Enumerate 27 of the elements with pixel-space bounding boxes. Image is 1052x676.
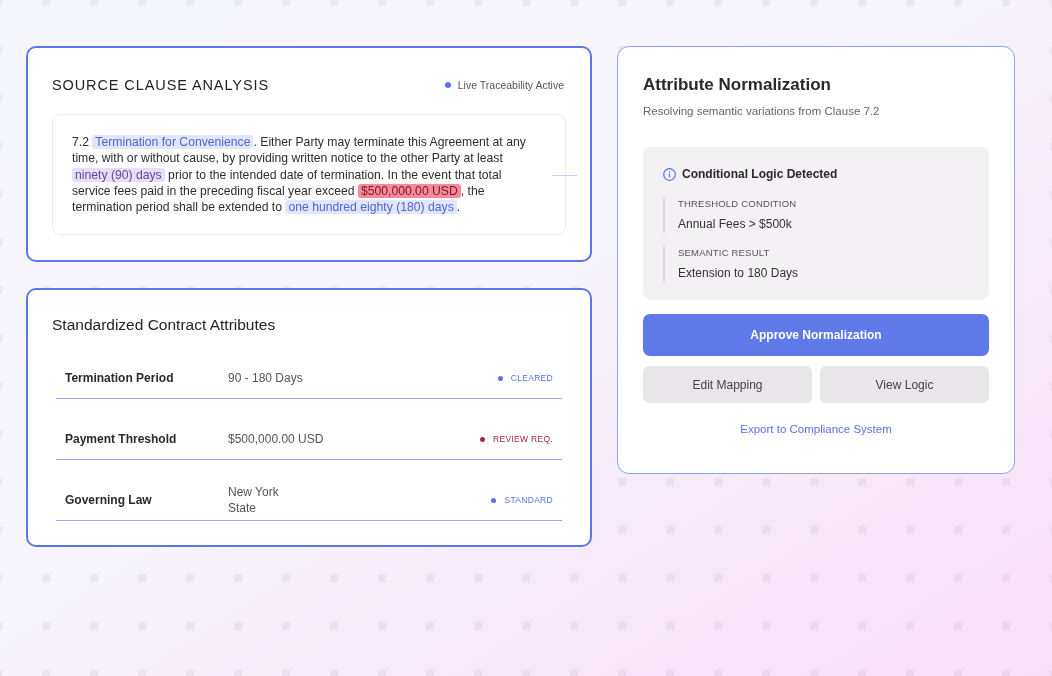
card-title: Attribute Normalization — [643, 74, 832, 96]
attribute-label: Governing Law — [65, 493, 153, 507]
secondary-button[interactable]: Edit Mapping — [643, 366, 812, 403]
logic-value: Annual Fees > $500k — [678, 216, 793, 233]
export-link[interactable]: Export to Compliance System — [740, 421, 892, 437]
attribute-label: Payment Threshold — [65, 432, 178, 446]
attribute-value: New York State — [228, 484, 280, 516]
approve-button[interactable]: Approve Normalization — [643, 314, 989, 356]
clause-text: 7.2 Termination for Convenience . Either Party may terminate this Agreement at any time, with or without cause, by providing written notice to the other Party at least ninety (90) days prior to the intended date of termination. In the event that total service fees paid in the preceding fiscal year exceed $500,000.00 USD , the termination period shall be extended to one hundred eighty (180) days . — [72, 134, 527, 216]
attribute-value: 90 - 180 Days — [228, 370, 304, 386]
status-label: CLEARED — [510, 373, 553, 383]
logic-label: SEMANTIC RESULT — [678, 246, 771, 259]
logic-title: Conditional Logic Detected — [682, 167, 838, 181]
attribute-value: $500,000.00 USD — [228, 431, 325, 447]
live-status-text: Live Traceability Active — [457, 79, 564, 91]
card-subtitle: Resolving semantic variations from Clause 7.2 — [643, 104, 881, 119]
card-title: SOURCE CLAUSE ANALYSIS — [52, 77, 269, 93]
connector-line — [552, 175, 577, 176]
secondary-button[interactable]: View Logic — [820, 366, 989, 403]
card-title: Standardized Contract Attributes — [52, 316, 277, 334]
logic-label: THRESHOLD CONDITION — [678, 197, 798, 210]
status-dot-icon — [444, 82, 451, 88]
logic-value: Extension to 180 Days — [678, 265, 800, 282]
attribute-label: Termination Period — [65, 371, 175, 385]
status-label: REVIEW REQ. — [493, 434, 553, 444]
status-label: STANDARD — [504, 495, 553, 505]
info-icon — [663, 167, 676, 181]
